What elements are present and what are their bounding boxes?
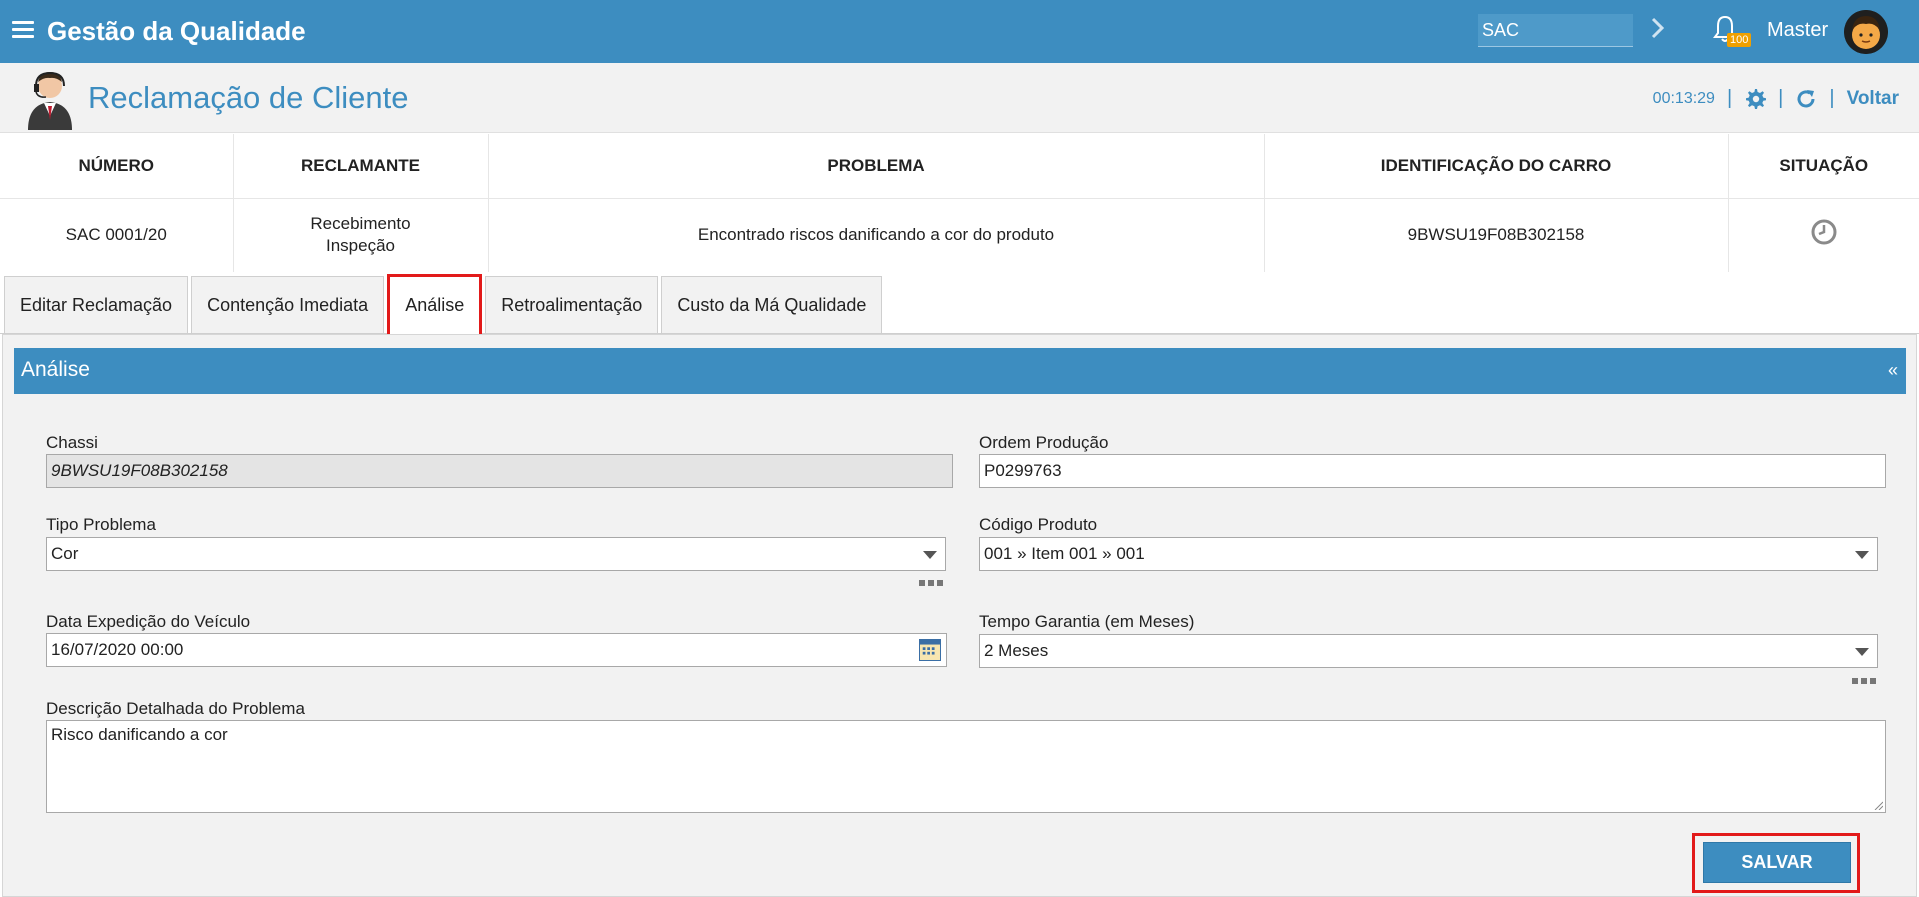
tempo-garantia-select[interactable]: 2 Meses <box>979 634 1878 668</box>
complaint-number: SAC 0001/20 <box>0 198 234 272</box>
column-header: RECLAMANTE <box>233 134 489 199</box>
table-row: SAC 0001/20 Recebimento Inspeção Encontr… <box>0 198 1919 272</box>
ordem-producao-field[interactable]: P0299763 <box>979 454 1886 488</box>
data-expedicao-field[interactable]: 16/07/2020 00:00 <box>46 633 947 667</box>
data-expedicao-value: 16/07/2020 00:00 <box>51 640 184 659</box>
chassi-label: Chassi <box>46 433 98 452</box>
session-timer: 00:13:29 <box>1652 89 1715 107</box>
codigo-produto-select[interactable]: 001 » Item 001 » 001 <box>979 537 1878 571</box>
tempo-garantia-label: Tempo Garantia (em Meses) <box>979 612 1195 631</box>
customer-service-icon <box>28 71 72 130</box>
user-name[interactable]: Master <box>1767 19 1828 42</box>
calendar-icon[interactable] <box>919 639 941 661</box>
column-header: PROBLEMA <box>488 134 1265 199</box>
chevron-down-icon <box>923 551 937 559</box>
tab-bar: Editar Reclamação Contenção Imediata Aná… <box>4 274 885 337</box>
separator: | <box>1829 87 1835 109</box>
tab-retroalimentacao[interactable]: Retroalimentação <box>485 276 659 333</box>
complainant-line: Recebimento <box>310 214 411 234</box>
table-header-row: NÚMERO RECLAMANTE PROBLEMA IDENTIFICAÇÃO… <box>0 134 1919 199</box>
chassi-field: 9BWSU19F08B302158 <box>46 454 953 488</box>
ordem-producao-label: Ordem Produção <box>979 433 1109 452</box>
data-expedicao-label: Data Expedição do Veículo <box>46 612 251 631</box>
tab-custo-ma-qualidade[interactable]: Custo da Má Qualidade <box>661 276 883 333</box>
refresh-icon[interactable] <box>1795 88 1817 110</box>
descricao-value: Risco danificando a cor <box>51 725 228 744</box>
separator: | <box>1726 87 1733 109</box>
tipo-problema-select[interactable]: Cor <box>46 537 946 571</box>
column-header: SITUAÇÃO <box>1728 134 1919 199</box>
chevron-down-icon <box>1855 648 1869 656</box>
back-link[interactable]: Voltar <box>1847 88 1899 110</box>
panel-header: Análise « <box>14 348 1906 394</box>
clock-icon <box>1811 219 1837 245</box>
car-id: 9BWSU19F08B302158 <box>1264 198 1729 272</box>
panel-title: Análise <box>21 358 90 381</box>
tab-analise[interactable]: Análise <box>387 274 483 337</box>
resize-handle-icon[interactable] <box>1873 800 1883 810</box>
summary-table: NÚMERO RECLAMANTE PROBLEMA IDENTIFICAÇÃO… <box>0 134 1919 272</box>
descricao-label: Descrição Detalhada do Problema <box>46 699 305 718</box>
descricao-textarea[interactable]: Risco danificando a cor <box>46 720 1886 813</box>
more-options-icon[interactable] <box>1852 678 1878 684</box>
tipo-problema-label: Tipo Problema <box>46 515 156 534</box>
complainant: Recebimento Inspeção <box>233 198 489 272</box>
collapse-button[interactable]: « <box>1888 360 1898 381</box>
top-bar: Gestão da Qualidade 100 Master <box>0 0 1919 63</box>
tempo-garantia-value: 2 Meses <box>984 641 1049 660</box>
codigo-produto-label: Código Produto <box>979 515 1098 534</box>
column-header: NÚMERO <box>0 134 234 199</box>
gear-icon[interactable] <box>1744 88 1767 110</box>
problem-text: Encontrado riscos danificando a cor do p… <box>488 198 1265 272</box>
tipo-problema-value: Cor <box>51 544 79 563</box>
status-cell <box>1728 198 1919 272</box>
more-options-icon[interactable] <box>919 580 945 586</box>
column-header: IDENTIFICAÇÃO DO CARRO <box>1264 134 1729 199</box>
save-button[interactable]: SALVAR <box>1703 842 1851 883</box>
chevron-right-icon[interactable] <box>1648 14 1668 42</box>
chevron-down-icon <box>1855 551 1869 559</box>
page-header: Reclamação de Cliente 00:13:29 | | | Vol… <box>0 63 1919 133</box>
separator: | <box>1778 87 1784 109</box>
page-title: Reclamação de Cliente <box>88 80 409 115</box>
tab-contencao-imediata[interactable]: Contenção Imediata <box>191 276 385 333</box>
app-title: Gestão da Qualidade <box>47 16 306 46</box>
complainant-line: Inspeção <box>326 236 395 256</box>
search-input[interactable] <box>1478 14 1633 47</box>
notification-badge: 100 <box>1727 33 1752 47</box>
header-actions: 00:13:29 | | | Voltar <box>1653 87 1899 110</box>
complaint-summary: NÚMERO RECLAMANTE PROBLEMA IDENTIFICAÇÃO… <box>0 134 1919 272</box>
tab-editar-reclamacao[interactable]: Editar Reclamação <box>4 276 189 333</box>
avatar[interactable] <box>1844 10 1888 54</box>
codigo-produto-value: 001 » Item 001 » 001 <box>984 544 1145 563</box>
menu-icon[interactable] <box>12 21 34 39</box>
